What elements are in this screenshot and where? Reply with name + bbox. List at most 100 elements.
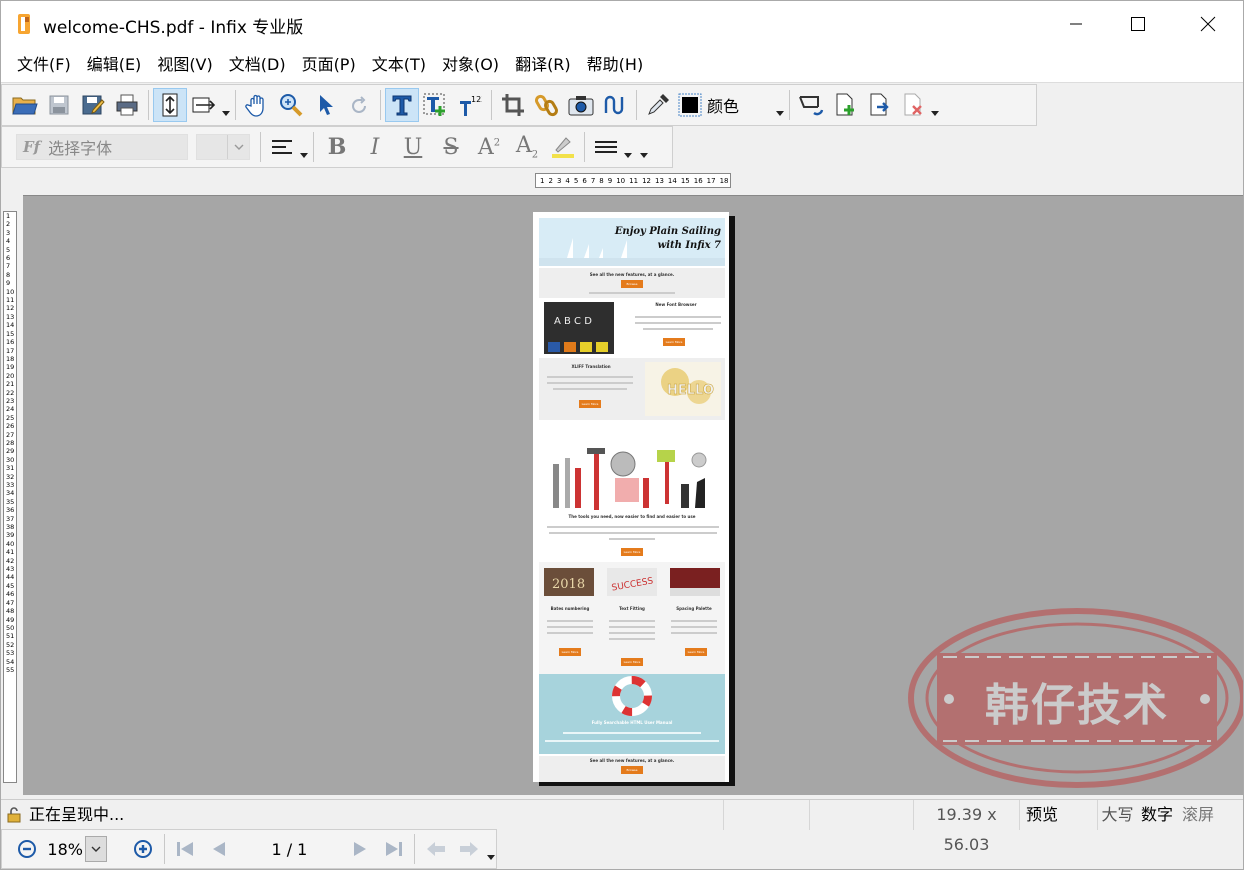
format-toolbar-overflow[interactable] (639, 130, 649, 164)
learn-more-button[interactable]: Learn More (663, 338, 685, 346)
line-style-dropdown[interactable] (623, 130, 633, 164)
learn-more-button[interactable]: Learn More (685, 648, 707, 656)
refresh-page-button[interactable] (794, 88, 828, 122)
superscript-button[interactable]: A2 (470, 135, 508, 160)
extract-page-button[interactable] (862, 88, 896, 122)
menu-text[interactable]: 文本(T) (364, 47, 434, 83)
menu-page[interactable]: 页面(P) (294, 47, 364, 83)
page-export-icon (870, 93, 889, 116)
browse-button[interactable]: Browse (621, 766, 643, 774)
format-toolbar: Ff 选择字体 B I U S A2 A2 (1, 126, 673, 168)
toolbar-separator (163, 834, 165, 864)
ruler-tick-label: 53 (6, 649, 15, 658)
pdf-page[interactable]: Enjoy Plain Sailing with Infix 7 See all… (533, 212, 729, 782)
color-swatch-button[interactable] (675, 88, 705, 122)
back-view-button[interactable] (419, 832, 452, 866)
align-button[interactable] (265, 130, 299, 164)
back-arrow-icon (427, 842, 445, 856)
reflow-button[interactable] (153, 88, 187, 122)
highlight-button[interactable] (546, 130, 580, 164)
strikethrough-button[interactable]: S (432, 135, 470, 160)
subscript-button[interactable]: A2 (508, 133, 546, 160)
ruler-tick-label: 24 (6, 405, 15, 414)
text-line (635, 322, 721, 324)
text-line (547, 620, 593, 622)
color-dropdown[interactable] (775, 88, 785, 122)
text-line (609, 638, 655, 640)
forward-arrow-icon (460, 842, 479, 856)
menu-file[interactable]: 文件(F) (9, 47, 79, 83)
text-line (643, 328, 713, 330)
zoom-out-button[interactable] (10, 832, 43, 866)
zoom-level-field[interactable]: 18% (47, 835, 126, 863)
open-button[interactable] (8, 88, 42, 122)
font-size-select[interactable] (196, 134, 250, 160)
underline-button[interactable]: U (394, 135, 432, 160)
italic-button[interactable]: I (356, 135, 394, 160)
ruler-tick-label: 36 (6, 506, 15, 515)
ruler-tick-label: 21 (6, 380, 15, 389)
crop-button[interactable] (496, 88, 530, 122)
curve-path-icon (604, 95, 624, 115)
learn-more-button[interactable]: Learn More (559, 648, 581, 656)
zoom-tool-button[interactable] (274, 88, 308, 122)
next-page-button[interactable] (343, 832, 376, 866)
path-button[interactable] (598, 88, 632, 122)
mode-indicator: 预览 (1019, 800, 1097, 830)
learn-more-button[interactable]: Learn More (621, 658, 643, 666)
line-weight-icon (595, 141, 617, 153)
ruler-tick-label: 41 (6, 548, 15, 557)
eyedropper-button[interactable] (641, 88, 675, 122)
zoom-in-button[interactable] (126, 832, 159, 866)
previous-page-button[interactable] (202, 832, 235, 866)
ruler-tick-label: 25 (6, 413, 15, 422)
menu-object[interactable]: 对象(O) (434, 47, 507, 83)
maximize-button[interactable] (1115, 1, 1161, 47)
browse-button[interactable]: Browse (621, 280, 643, 288)
ruler-tick-label: 29 (6, 447, 15, 456)
forward-view-button[interactable] (453, 832, 486, 866)
font-select[interactable]: Ff 选择字体 (16, 134, 188, 160)
superscript-text-button[interactable]: 123 (453, 88, 487, 122)
page-resize-icon (192, 97, 216, 113)
line-style-button[interactable] (589, 130, 623, 164)
ruler-tick-label: 1 (6, 212, 11, 220)
rotate-button[interactable] (342, 88, 376, 122)
zoom-dropdown[interactable] (84, 836, 107, 862)
page-size-dropdown[interactable] (221, 88, 231, 122)
color-label[interactable]: 颜色 (707, 93, 747, 117)
page-refresh-icon (799, 96, 824, 116)
print-button[interactable] (110, 88, 144, 122)
close-button[interactable] (1185, 1, 1231, 47)
link-button[interactable] (530, 88, 564, 122)
learn-more-button[interactable]: Learn More (579, 400, 601, 408)
bold-button[interactable]: B (318, 134, 356, 160)
intro-section: See all the new features, at a glance. B… (539, 268, 725, 298)
minimize-button[interactable] (1053, 1, 1099, 47)
first-page-button[interactable] (168, 832, 201, 866)
page-size-button[interactable] (187, 88, 221, 122)
menu-edit[interactable]: 编辑(E) (79, 47, 150, 83)
menu-translate[interactable]: 翻译(R) (507, 47, 579, 83)
insert-page-button[interactable] (828, 88, 862, 122)
page-actions-dropdown[interactable] (930, 88, 940, 122)
save-button[interactable] (42, 88, 76, 122)
learn-more-button[interactable]: Learn More (621, 548, 643, 556)
ruler-tick-label: 32 (6, 472, 15, 481)
delete-page-button[interactable] (896, 88, 930, 122)
add-text-button[interactable] (419, 88, 453, 122)
save-as-button[interactable] (76, 88, 110, 122)
menu-help[interactable]: 帮助(H) (579, 47, 652, 83)
ruler-tick-label: 55 (6, 665, 15, 674)
hand-tool-button[interactable] (240, 88, 274, 122)
align-dropdown[interactable] (299, 130, 309, 164)
select-tool-button[interactable] (308, 88, 342, 122)
menu-document[interactable]: 文档(D) (221, 47, 294, 83)
snapshot-button[interactable] (564, 88, 598, 122)
page-number-indicator[interactable]: 1 / 1 (235, 840, 343, 859)
last-page-button[interactable] (377, 832, 410, 866)
text-tool-button[interactable] (385, 88, 419, 122)
page-delete-icon (904, 93, 922, 116)
nav-overflow-dropdown[interactable] (486, 832, 496, 866)
menu-view[interactable]: 视图(V) (149, 47, 220, 83)
